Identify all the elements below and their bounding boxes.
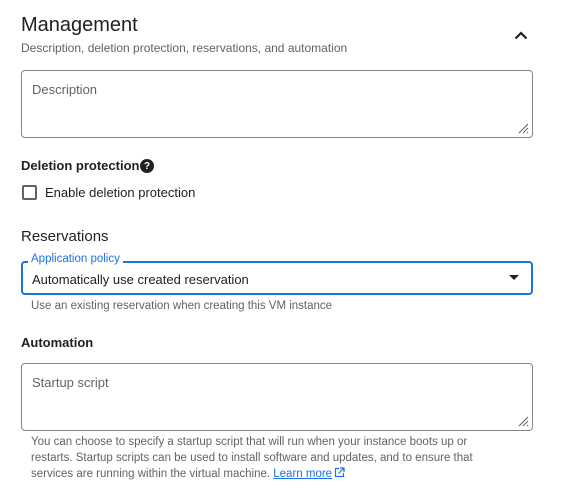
- resize-grip-icon[interactable]: [517, 122, 529, 134]
- application-policy-select[interactable]: Automatically use created reservation: [21, 261, 533, 295]
- section-subtitle: Description, deletion protection, reserv…: [21, 41, 348, 55]
- reservations-heading: Reservations: [21, 228, 109, 245]
- application-policy-value: Automatically use created reservation: [32, 272, 249, 287]
- deletion-protection-label: Deletion protection: [21, 158, 140, 173]
- deletion-protection-checkbox-label[interactable]: Enable deletion protection: [45, 185, 195, 200]
- startup-script-help: You can choose to specify a startup scri…: [31, 434, 511, 482]
- help-icon[interactable]: ?: [140, 159, 154, 173]
- dropdown-arrow-icon: [509, 275, 519, 280]
- description-textarea[interactable]: Description: [21, 70, 533, 138]
- external-link-icon: [334, 467, 345, 478]
- learn-more-label[interactable]: Learn more: [273, 468, 332, 480]
- startup-script-placeholder: Startup script: [32, 375, 109, 390]
- learn-more-link[interactable]: Learn more: [273, 467, 345, 480]
- deletion-protection-checkbox[interactable]: [22, 185, 37, 200]
- application-policy-hint: Use an existing reservation when creatin…: [31, 300, 333, 312]
- description-placeholder: Description: [32, 82, 98, 97]
- section-title: Management: [21, 14, 138, 36]
- automation-label: Automation: [21, 335, 94, 350]
- startup-script-help-text: You can choose to specify a startup scri…: [31, 436, 473, 480]
- chevron-up-icon: [514, 30, 528, 39]
- startup-script-textarea[interactable]: Startup script: [21, 363, 533, 431]
- application-policy-label: Application policy: [28, 253, 123, 265]
- resize-grip-icon[interactable]: [517, 415, 529, 427]
- collapse-button[interactable]: [508, 22, 534, 48]
